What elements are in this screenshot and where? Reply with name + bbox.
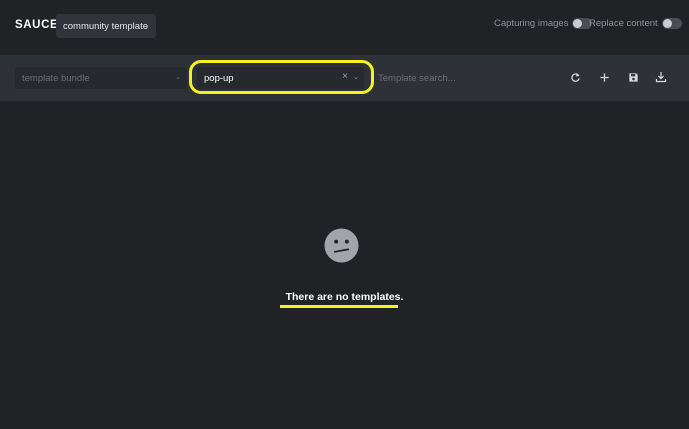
replace-content-toggle[interactable] (661, 18, 682, 29)
toggle-knob (573, 19, 583, 28)
template-bundle-placeholder: template bundle (22, 72, 90, 84)
capturing-images-toggle-group: Capturing images (494, 18, 593, 29)
refresh-button[interactable] (568, 70, 582, 84)
template-source-select[interactable]: community template ⌄ (56, 14, 156, 38)
download-icon (655, 72, 667, 83)
plus-icon (599, 72, 609, 82)
download-button[interactable] (654, 70, 668, 84)
empty-state-message: There are no templates. (285, 291, 404, 303)
empty-state-highlight (280, 305, 398, 308)
save-button[interactable] (626, 70, 640, 84)
chevron-down-icon[interactable]: ⌄ (353, 73, 359, 81)
chevron-down-icon: ⌄ (144, 23, 150, 30)
add-template-button[interactable] (597, 70, 611, 84)
template-type-select[interactable]: pop-up × ⌄ (197, 67, 364, 89)
replace-content-toggle-group: Replace content (589, 18, 682, 29)
template-type-value: pop-up (204, 72, 234, 84)
neutral-face-icon (324, 228, 359, 263)
brand-logo: SAUCE (15, 19, 59, 31)
capturing-images-label: Capturing images (494, 18, 569, 29)
template-bundle-select[interactable]: template bundle ⌄ (15, 67, 187, 89)
refresh-icon (570, 72, 580, 82)
close-icon[interactable]: × (342, 71, 348, 82)
template-search-input[interactable] (378, 68, 528, 88)
chevron-down-icon: ⌄ (175, 74, 181, 81)
save-icon (628, 72, 638, 82)
template-source-value: community template (63, 20, 149, 32)
replace-content-label: Replace content (589, 18, 658, 29)
toggle-knob (662, 19, 672, 28)
